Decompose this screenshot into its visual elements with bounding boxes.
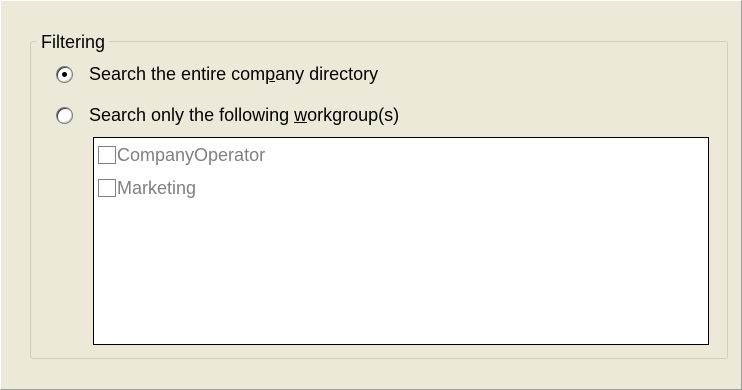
radio-following-workgroups-label[interactable]: Search only the following workgroup(s) xyxy=(89,104,399,126)
radio-entire-directory-label[interactable]: Search the entire company directory xyxy=(89,63,378,85)
workgroup-listbox[interactable]: CompanyOperator Marketing xyxy=(93,137,709,345)
workgroup-item-marketing: Marketing xyxy=(98,177,196,199)
workgroup-label: Marketing xyxy=(117,178,197,198)
filtering-legend: Filtering xyxy=(37,31,110,53)
workgroup-item-companyoperator: CompanyOperator xyxy=(98,144,265,166)
radio-button-selected-icon[interactable] xyxy=(56,65,73,83)
radio-dot-icon xyxy=(62,71,67,77)
checkbox-icon xyxy=(98,179,116,197)
radio-button-unselected-icon[interactable] xyxy=(56,106,73,124)
radio-following-workgroups[interactable]: Search only the following workgroup(s) xyxy=(56,104,399,126)
filtering-panel: Filtering Search the entire company dire… xyxy=(0,0,742,390)
workgroup-label: CompanyOperator xyxy=(117,145,266,165)
radio-entire-directory[interactable]: Search the entire company directory xyxy=(56,63,378,85)
checkbox-icon xyxy=(98,146,116,164)
